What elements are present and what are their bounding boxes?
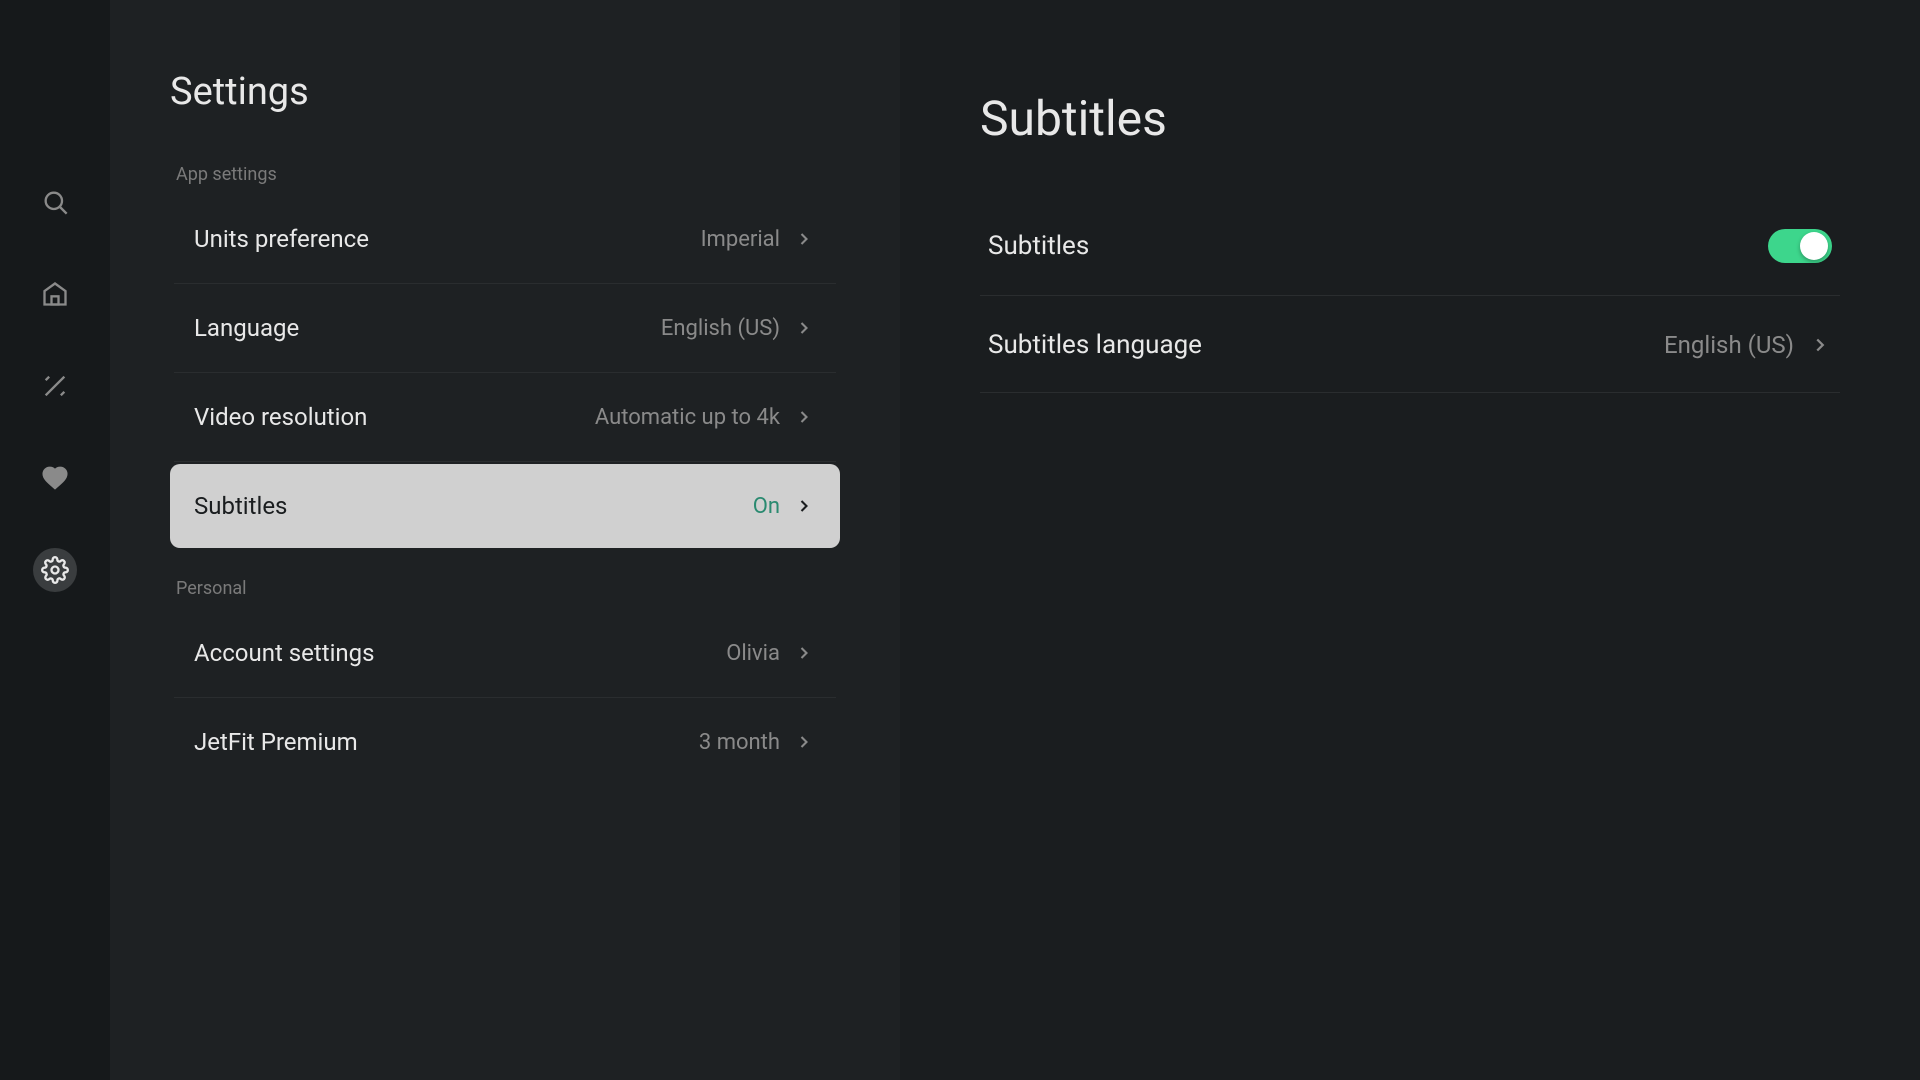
subtitles-toggle[interactable] bbox=[1768, 229, 1832, 263]
units-preference-value: Imperial bbox=[701, 227, 780, 252]
divider bbox=[174, 372, 836, 373]
units-preference-label: Units preference bbox=[194, 225, 369, 253]
page-title: Settings bbox=[170, 70, 840, 114]
video-resolution-item[interactable]: Video resolution Automatic up to 4k bbox=[170, 375, 840, 459]
divider bbox=[174, 283, 836, 284]
right-panel: Subtitles Subtitles Subtitles language E… bbox=[900, 0, 1920, 1080]
language-right: English (US) bbox=[661, 316, 816, 341]
sidebar bbox=[0, 0, 110, 1080]
subtitles-language-value: English (US) bbox=[1664, 331, 1794, 359]
toggle-knob bbox=[1800, 232, 1828, 260]
jetfit-premium-item[interactable]: JetFit Premium 3 month bbox=[170, 700, 840, 784]
subtitles-language-label: Subtitles language bbox=[988, 330, 1202, 360]
right-panel-title: Subtitles bbox=[980, 90, 1840, 147]
chevron-right-icon bbox=[792, 227, 816, 251]
search-icon[interactable] bbox=[33, 180, 77, 224]
subtitles-item[interactable]: Subtitles On bbox=[170, 464, 840, 548]
account-settings-label: Account settings bbox=[194, 639, 375, 667]
units-preference-right: Imperial bbox=[701, 227, 816, 252]
divider bbox=[174, 461, 836, 462]
left-panel: Settings App settings Units preference I… bbox=[110, 0, 900, 1080]
subtitles-value: On bbox=[753, 494, 780, 519]
jetfit-premium-label: JetFit Premium bbox=[194, 728, 358, 756]
chevron-right-icon bbox=[792, 494, 816, 518]
language-label: Language bbox=[194, 314, 299, 342]
account-settings-value: Olivia bbox=[726, 641, 780, 666]
jetfit-premium-right: 3 month bbox=[699, 730, 816, 755]
tools-icon[interactable] bbox=[33, 364, 77, 408]
video-resolution-value: Automatic up to 4k bbox=[595, 405, 780, 430]
language-value: English (US) bbox=[661, 316, 780, 341]
units-preference-item[interactable]: Units preference Imperial bbox=[170, 197, 840, 281]
section-label-personal: Personal bbox=[170, 578, 840, 599]
chevron-right-icon bbox=[792, 641, 816, 665]
subtitles-toggle-right bbox=[1768, 229, 1832, 263]
chevron-right-icon bbox=[792, 405, 816, 429]
subtitles-language-item[interactable]: Subtitles language English (US) bbox=[980, 298, 1840, 393]
personal-settings-list: Account settings Olivia JetFit Premium 3… bbox=[170, 611, 840, 784]
language-item[interactable]: Language English (US) bbox=[170, 286, 840, 370]
settings-icon[interactable] bbox=[33, 548, 77, 592]
subtitles-right: On bbox=[753, 494, 816, 519]
chevron-right-icon bbox=[792, 316, 816, 340]
favorites-icon[interactable] bbox=[33, 456, 77, 500]
video-resolution-label: Video resolution bbox=[194, 403, 367, 431]
account-settings-item[interactable]: Account settings Olivia bbox=[170, 611, 840, 695]
app-settings-list: Units preference Imperial Language Engli… bbox=[170, 197, 840, 548]
divider bbox=[174, 697, 836, 698]
chevron-right-icon bbox=[1808, 333, 1832, 357]
chevron-right-icon bbox=[792, 730, 816, 754]
video-resolution-right: Automatic up to 4k bbox=[595, 405, 816, 430]
section-label-app: App settings bbox=[170, 164, 840, 185]
subtitles-toggle-item[interactable]: Subtitles bbox=[980, 197, 1840, 296]
home-icon[interactable] bbox=[33, 272, 77, 316]
subtitles-toggle-label: Subtitles bbox=[988, 231, 1089, 261]
account-settings-right: Olivia bbox=[726, 641, 816, 666]
subtitles-label: Subtitles bbox=[194, 492, 287, 520]
jetfit-premium-value: 3 month bbox=[699, 730, 780, 755]
subtitles-language-right: English (US) bbox=[1664, 331, 1832, 359]
right-settings-list: Subtitles Subtitles language English (US… bbox=[980, 197, 1840, 393]
